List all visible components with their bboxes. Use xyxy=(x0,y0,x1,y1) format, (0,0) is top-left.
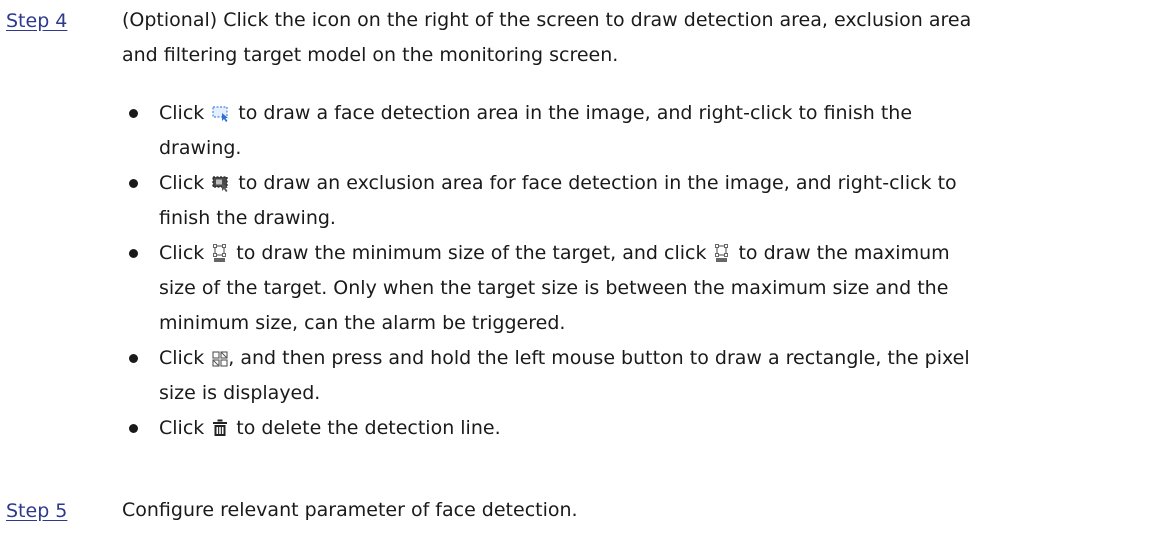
step-4-text-line-1: (Optional) Click the icon on the right o… xyxy=(122,9,972,31)
list-item: Click , and then press and hold the left… xyxy=(127,341,1157,411)
step-5-text-line-1: Configure relevant parameter of face det… xyxy=(122,499,578,521)
step-4-label: Step 4 xyxy=(6,10,68,32)
step-5-label: Step 5 xyxy=(6,500,68,522)
bullet-2-line-2: finish the drawing. xyxy=(159,207,336,229)
click-text: Click xyxy=(159,417,205,439)
bullet-3-line-1-mid: to draw the minimum size of the target, … xyxy=(236,242,707,264)
click-text: Click xyxy=(159,347,205,369)
bullet-3-line-2: size of the target. Only when the target… xyxy=(159,277,949,299)
bullet-5-line-1: to delete the detection line. xyxy=(236,417,501,439)
list-item: Click to delete the detection line. xyxy=(127,411,1157,446)
bullet-1-line-2: drawing. xyxy=(159,137,242,159)
bullet-4-line-1: , and then press and hold the left mouse… xyxy=(228,347,970,369)
detection-area-icon xyxy=(212,106,230,122)
step-4-text-line-2: and filtering target model on the monito… xyxy=(122,44,619,66)
document-page: Step 4 (Optional) Click the icon on the … xyxy=(0,0,1167,541)
min-size-icon xyxy=(212,244,228,262)
list-item: Click to draw an exclusion area for face… xyxy=(127,166,1157,236)
click-text: Click xyxy=(159,102,205,124)
list-item: Click to draw the minimum size of the ta… xyxy=(127,236,1157,341)
delete-icon xyxy=(212,419,228,437)
step-5-text: Configure relevant parameter of face det… xyxy=(122,493,578,528)
bullet-1-line-1: to draw a face detection area in the ima… xyxy=(238,102,913,124)
max-size-icon xyxy=(714,244,730,262)
click-text: Click xyxy=(159,242,205,264)
icon-instructions-list: Click to draw a face detection area in t… xyxy=(127,96,1157,446)
bullet-3-line-1-rest: to draw the maximum xyxy=(738,242,950,264)
bullet-3-line-3: minimum size, can the alarm be triggered… xyxy=(159,312,566,334)
bullet-4-line-2: size is displayed. xyxy=(159,382,321,404)
click-text: Click xyxy=(159,172,205,194)
exclusion-area-icon xyxy=(212,176,230,192)
pixel-counter-icon xyxy=(212,351,228,367)
bullet-2-line-1: to draw an exclusion area for face detec… xyxy=(238,172,957,194)
list-item: Click to draw a face detection area in t… xyxy=(127,96,1157,166)
step-4-text: (Optional) Click the icon on the right o… xyxy=(122,3,971,73)
